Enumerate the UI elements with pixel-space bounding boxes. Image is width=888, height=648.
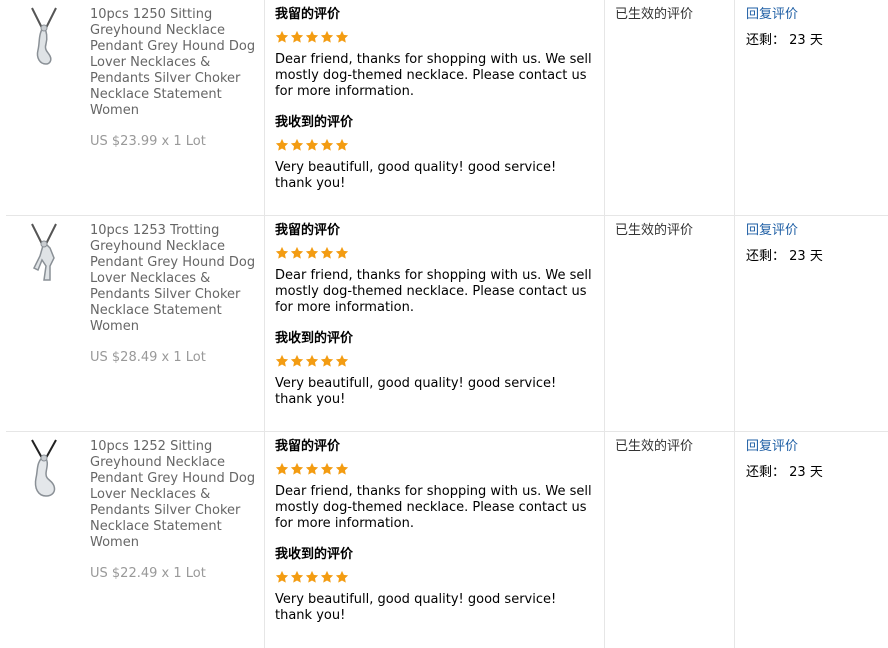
received-rating-stars <box>275 570 349 584</box>
feedback-status: 已生效的评价 <box>615 7 694 22</box>
action-cell: 回复评价 还剩： 23 天 <box>735 216 888 431</box>
action-cell: 回复评价 还剩： 23 天 <box>735 0 888 215</box>
star-icon <box>335 30 349 43</box>
feedback-status: 已生效的评价 <box>615 223 694 238</box>
star-icon <box>320 30 334 43</box>
remaining-time: 还剩： 23 天 <box>746 465 823 481</box>
my-rating-stars <box>275 462 349 476</box>
star-icon <box>290 246 304 259</box>
product-thumbnail[interactable] <box>24 438 64 500</box>
star-icon <box>290 570 304 583</box>
feedback-row: 10pcs 1253 Trotting Greyhound Necklace P… <box>6 216 888 432</box>
star-icon <box>305 462 319 475</box>
remaining-days: 23 天 <box>789 33 823 48</box>
product-price: US $28.49 x 1 Lot <box>90 350 206 365</box>
star-icon <box>290 30 304 43</box>
received-rating-stars <box>275 354 349 368</box>
remaining-days: 23 天 <box>789 249 823 264</box>
star-icon <box>335 570 349 583</box>
thumbnail-cell <box>6 432 84 648</box>
feedback-status: 已生效的评价 <box>615 439 694 454</box>
star-icon <box>305 30 319 43</box>
reply-feedback-link[interactable]: 回复评价 <box>746 7 798 23</box>
product-cell: 10pcs 1250 Sitting Greyhound Necklace Pe… <box>84 0 265 215</box>
remaining-time: 还剩： 23 天 <box>746 249 823 265</box>
feedback-cell: 我留的评价 Dear friend, thanks for shopping w… <box>265 0 605 215</box>
star-icon <box>305 354 319 367</box>
star-icon <box>320 462 334 475</box>
star-icon <box>275 462 289 475</box>
action-cell: 回复评价 还剩： 23 天 <box>735 432 888 648</box>
remaining-label: 还剩： <box>746 33 786 48</box>
product-title[interactable]: 10pcs 1253 Trotting Greyhound Necklace P… <box>90 223 262 335</box>
product-price: US $23.99 x 1 Lot <box>90 134 206 149</box>
received-feedback-text: Very beautifull, good quality! good serv… <box>275 376 557 407</box>
remaining-days: 23 天 <box>789 465 823 480</box>
reply-feedback-link[interactable]: 回复评价 <box>746 439 798 455</box>
thumbnail-cell <box>6 216 84 431</box>
status-cell: 已生效的评价 <box>605 0 735 215</box>
star-icon <box>290 138 304 151</box>
my-feedback-heading: 我留的评价 <box>275 223 341 238</box>
star-icon <box>275 138 289 151</box>
my-feedback-heading: 我留的评价 <box>275 7 341 22</box>
status-cell: 已生效的评价 <box>605 216 735 431</box>
my-rating-stars <box>275 246 349 260</box>
product-thumbnail[interactable] <box>24 6 64 68</box>
star-icon <box>305 138 319 151</box>
status-cell: 已生效的评价 <box>605 432 735 648</box>
star-icon <box>305 570 319 583</box>
my-feedback-heading: 我留的评价 <box>275 439 341 454</box>
star-icon <box>290 354 304 367</box>
star-icon <box>320 354 334 367</box>
star-icon <box>320 570 334 583</box>
star-icon <box>320 246 334 259</box>
star-icon <box>305 246 319 259</box>
star-icon <box>335 462 349 475</box>
my-feedback-text: Dear friend, thanks for shopping with us… <box>275 484 592 531</box>
received-feedback-text: Very beautifull, good quality! good serv… <box>275 160 557 191</box>
received-feedback-heading: 我收到的评价 <box>275 547 354 562</box>
remaining-label: 还剩： <box>746 465 786 480</box>
star-icon <box>275 570 289 583</box>
my-rating-stars <box>275 30 349 44</box>
remaining-time: 还剩： 23 天 <box>746 33 823 49</box>
product-title[interactable]: 10pcs 1250 Sitting Greyhound Necklace Pe… <box>90 7 262 119</box>
star-icon <box>290 462 304 475</box>
star-icon <box>320 138 334 151</box>
star-icon <box>335 246 349 259</box>
my-feedback-text: Dear friend, thanks for shopping with us… <box>275 52 592 99</box>
received-feedback-heading: 我收到的评价 <box>275 331 354 346</box>
product-title[interactable]: 10pcs 1252 Sitting Greyhound Necklace Pe… <box>90 439 262 551</box>
thumbnail-cell <box>6 0 84 215</box>
star-icon <box>335 138 349 151</box>
product-cell: 10pcs 1252 Sitting Greyhound Necklace Pe… <box>84 432 265 648</box>
my-feedback-text: Dear friend, thanks for shopping with us… <box>275 268 592 315</box>
product-price: US $22.49 x 1 Lot <box>90 566 206 581</box>
star-icon <box>275 354 289 367</box>
reply-feedback-link[interactable]: 回复评价 <box>746 223 798 239</box>
feedback-cell: 我留的评价 Dear friend, thanks for shopping w… <box>265 432 605 648</box>
received-rating-stars <box>275 138 349 152</box>
feedback-cell: 我留的评价 Dear friend, thanks for shopping w… <box>265 216 605 431</box>
feedback-row: 10pcs 1252 Sitting Greyhound Necklace Pe… <box>6 432 888 648</box>
feedback-row: 10pcs 1250 Sitting Greyhound Necklace Pe… <box>6 0 888 216</box>
received-feedback-heading: 我收到的评价 <box>275 115 354 130</box>
remaining-label: 还剩： <box>746 249 786 264</box>
star-icon <box>335 354 349 367</box>
product-cell: 10pcs 1253 Trotting Greyhound Necklace P… <box>84 216 265 431</box>
product-thumbnail[interactable] <box>24 222 64 284</box>
star-icon <box>275 30 289 43</box>
star-icon <box>275 246 289 259</box>
received-feedback-text: Very beautifull, good quality! good serv… <box>275 592 557 623</box>
